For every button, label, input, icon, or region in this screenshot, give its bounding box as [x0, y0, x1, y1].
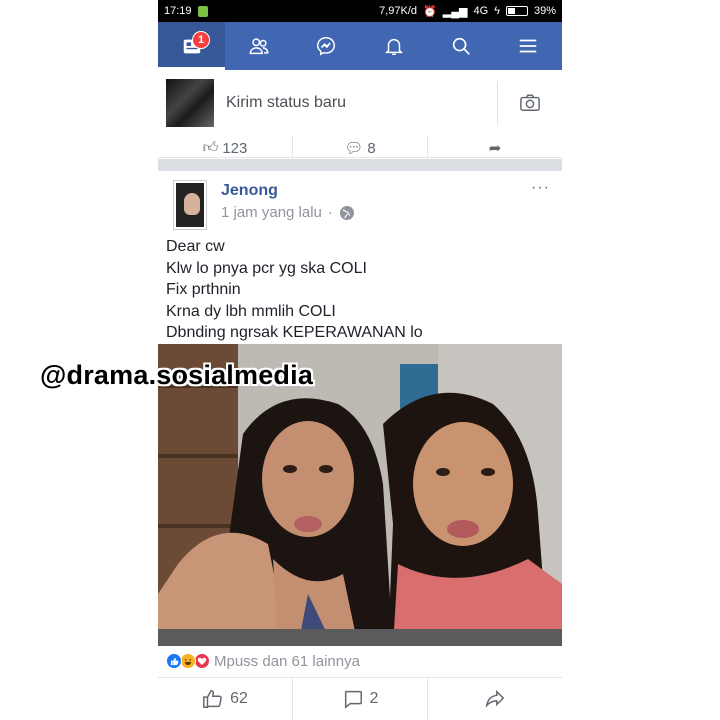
post-author[interactable]: Jenong [221, 182, 278, 200]
like-count: 62 [230, 690, 248, 707]
reactions-text: Mpuss dan 61 lainnya [214, 652, 360, 670]
like-icon: 👍︎ [202, 139, 219, 156]
post-time[interactable]: 1 jam yang lalu [221, 204, 322, 221]
post-meta: 1 jam yang lalu · [221, 204, 355, 221]
top-nav-bar: 1 [158, 22, 562, 70]
watermark-text: @drama.sosialmedia [40, 360, 314, 390]
post-line: Dbnding ngrsak KEPERAWANAN lo [166, 324, 423, 341]
friends-icon [249, 38, 269, 55]
status-composer: Kirim status baru [158, 70, 562, 136]
search-icon [452, 37, 470, 55]
battery-icon [505, 6, 528, 16]
post-line: Klw lo pnya pcr yg ska COLI [166, 259, 367, 277]
menu-icon [520, 39, 537, 53]
tab-search[interactable] [427, 22, 494, 70]
previous-comment-button[interactable]: 💬︎ 8 [293, 136, 428, 157]
share-icon [485, 689, 505, 708]
post-line: Dear cw [166, 238, 225, 255]
comment-button[interactable]: 2 [293, 678, 428, 720]
haha-reaction-icon [180, 653, 196, 669]
network-speed: 7,97K/d [379, 5, 418, 17]
notification-badge: 1 [192, 31, 210, 49]
network-type: 4G [473, 5, 489, 17]
bell-icon [384, 38, 403, 55]
camera-icon [520, 94, 540, 111]
post-line: Fix prthnin [166, 281, 241, 298]
comment-count: 2 [369, 690, 379, 707]
tab-messenger[interactable] [293, 22, 360, 70]
feed-separator [158, 159, 562, 171]
alarm-icon: ⏰ [423, 5, 437, 18]
comment-icon: 💬︎ [344, 140, 364, 157]
messenger-icon [317, 37, 336, 56]
previous-post-actions: 👍︎ 123 💬︎ 8 ➦ [158, 136, 562, 158]
tab-friends[interactable] [225, 22, 292, 70]
charging-icon: ϟ [494, 5, 500, 17]
post-action-bar: 62 2 [158, 677, 562, 720]
post-line: Krna dy lbh mmlih COLI [166, 302, 336, 320]
tab-menu[interactable] [495, 22, 562, 70]
share-button[interactable] [428, 678, 562, 720]
previous-comment-count: 8 [367, 140, 376, 157]
composer-avatar[interactable] [166, 79, 214, 127]
post-text: Dear cw Klw lo pnya pcr yg ska COLI Fix … [166, 236, 556, 344]
share-icon: ➦ [488, 140, 502, 157]
previous-like-button[interactable]: 👍︎ 123 [158, 136, 293, 157]
camera-button[interactable] [498, 93, 562, 113]
sim-icon [197, 5, 208, 17]
comment-icon [344, 690, 362, 709]
tab-notifications[interactable] [360, 22, 427, 70]
status-bar: 17:19 7,97K/d ⏰ ▂▄▆ 4G ϟ 39% [158, 0, 562, 22]
like-button[interactable]: 62 [158, 678, 293, 720]
thumbs-up-icon [203, 690, 222, 708]
meta-separator: · [327, 204, 333, 221]
post-options-button[interactable]: ··· [531, 179, 550, 197]
battery-percent: 39% [533, 5, 556, 17]
previous-share-button[interactable]: ➦ [428, 136, 562, 157]
author-avatar[interactable] [174, 181, 206, 229]
tab-news-feed[interactable]: 1 [158, 22, 226, 70]
love-reaction-icon [194, 653, 210, 669]
composer-prompt[interactable]: Kirim status baru [226, 94, 497, 112]
previous-like-count: 123 [222, 140, 248, 157]
like-reaction-icon [166, 653, 182, 669]
globe-icon [339, 205, 354, 220]
signal-icon: ▂▄▆ [442, 5, 468, 18]
post-header: Jenong 1 jam yang lalu · ··· [158, 171, 562, 235]
reactions-summary[interactable]: Mpuss dan 61 lainnya [166, 650, 360, 672]
status-time: 17:19 [164, 5, 192, 17]
